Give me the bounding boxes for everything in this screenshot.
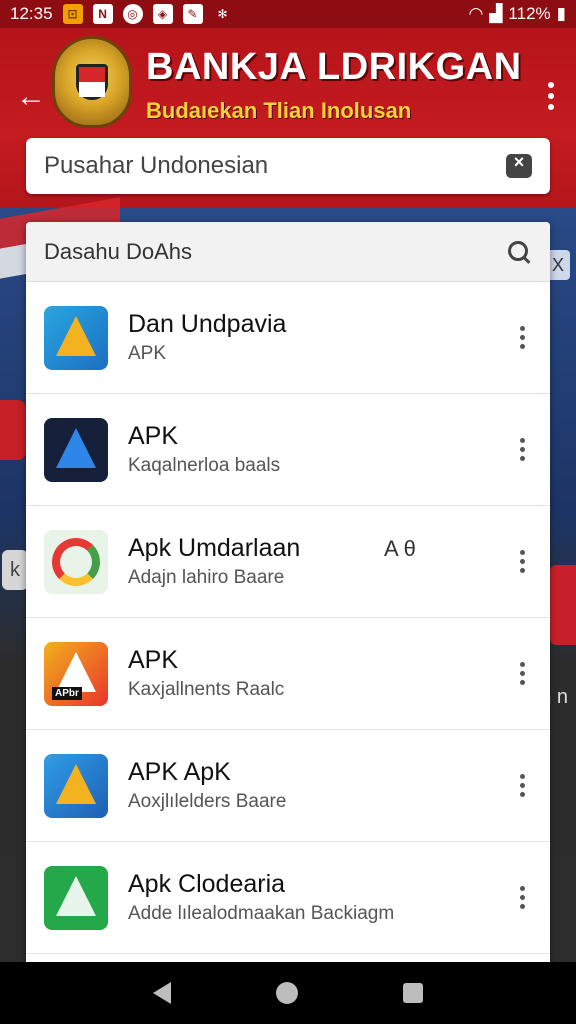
battery-icon: ▮: [556, 4, 566, 23]
garuda-emblem-logo: [52, 36, 132, 128]
item-more-icon[interactable]: [512, 547, 532, 577]
notification-shield-icon: ◈: [152, 4, 173, 24]
nav-home-icon[interactable]: [275, 982, 298, 1004]
notification-circle-icon: ◎: [122, 4, 143, 24]
list-item[interactable]: APbr APK Kaxjallnents Raalc: [26, 618, 550, 730]
background-left-tab: k: [2, 550, 28, 590]
search-results-card: Dasahu DoAhs Dan Undpavia APK APK Kaqaln…: [26, 222, 550, 982]
apk-blue-a-icon: [44, 305, 108, 370]
back-arrow-icon[interactable]: ←: [14, 80, 48, 114]
item-name: Apk Umdarlaan: [128, 534, 301, 562]
emblem-shield-icon: [76, 64, 108, 100]
navigation-bar: [0, 962, 576, 1024]
apk-dark-a-icon: [44, 417, 108, 482]
item-subtitle: Kaqalnerloa baals: [128, 455, 281, 476]
app-title: BANKJA LDRIKGAN: [146, 46, 522, 88]
status-bar: 12:35 ⊡ N ◎ ◈ ✎ ✻ ◠ ▟ 112% ▮: [0, 0, 576, 28]
item-more-icon[interactable]: [512, 323, 532, 353]
apk-blue-a2-icon: [44, 753, 108, 818]
nav-recents-icon[interactable]: [403, 983, 424, 1003]
search-input[interactable]: [44, 152, 484, 180]
results-header: Dasahu DoAhs: [26, 222, 550, 282]
list-item[interactable]: APK Kaqalnerloa baals: [26, 394, 550, 506]
item-name: Dan Undpavia: [128, 310, 287, 338]
apk-orange-a-icon: APbr: [44, 641, 108, 706]
apk-ring-icon: [44, 529, 108, 594]
status-right: ◠ ▟ 112% ▮: [469, 4, 567, 24]
notification-n-icon: N: [92, 4, 113, 24]
wifi-icon: ◠: [468, 4, 484, 23]
item-subtitle: Adajn lahiro Baare: [128, 567, 285, 588]
status-time: 12:35: [10, 4, 53, 23]
search-bar[interactable]: [26, 138, 550, 194]
list-item[interactable]: Apk Umdarlaan Adajn lahiro Baare A θ: [26, 506, 550, 618]
notification-app-icon: ⊡: [62, 4, 83, 24]
overflow-menu-icon[interactable]: [538, 76, 564, 116]
list-item[interactable]: APK ApK Aoxjlılelders Baare: [26, 730, 550, 842]
notification-misc-icon: ✻: [217, 7, 228, 21]
clear-search-icon[interactable]: [506, 152, 532, 178]
list-item[interactable]: Apk Clodearia Adde lılealodmaakan Backia…: [26, 842, 550, 954]
signal-icon: ▟: [489, 4, 503, 23]
item-more-icon[interactable]: [512, 883, 532, 913]
icon-label: APbr: [52, 686, 82, 700]
app-subtitle: Budaıekan Tlian Inolusan: [146, 98, 412, 123]
background-figure: [0, 400, 26, 460]
item-extra: A θ: [384, 536, 416, 561]
results-title: Dasahu DoAhs: [44, 238, 192, 264]
apk-green-a-icon: [44, 865, 108, 930]
item-name: APK: [128, 646, 179, 674]
item-more-icon[interactable]: [512, 435, 532, 465]
item-subtitle: Aoxjlılelders Baare: [128, 791, 287, 812]
item-more-icon[interactable]: [512, 771, 532, 801]
item-name: APK ApK: [128, 758, 231, 786]
item-name: APK: [128, 422, 179, 450]
item-name: Apk Clodearia: [128, 870, 286, 898]
search-icon[interactable]: [506, 239, 532, 265]
notification-edit-icon: ✎: [182, 4, 203, 24]
screen: 12:35 ⊡ N ◎ ◈ ✎ ✻ ◠ ▟ 112% ▮ ← BANKJA LD…: [0, 0, 576, 1024]
item-subtitle: Adde lılealodmaakan Backiagm: [128, 903, 395, 924]
battery-level: 112%: [508, 4, 551, 23]
item-subtitle: Kaxjallnents Raalc: [128, 679, 285, 700]
item-more-icon[interactable]: [512, 659, 532, 689]
list-item[interactable]: Dan Undpavia APK: [26, 282, 550, 394]
nav-back-icon[interactable]: [152, 982, 171, 1004]
background-right-card: [550, 565, 576, 645]
item-subtitle: APK: [128, 343, 167, 364]
